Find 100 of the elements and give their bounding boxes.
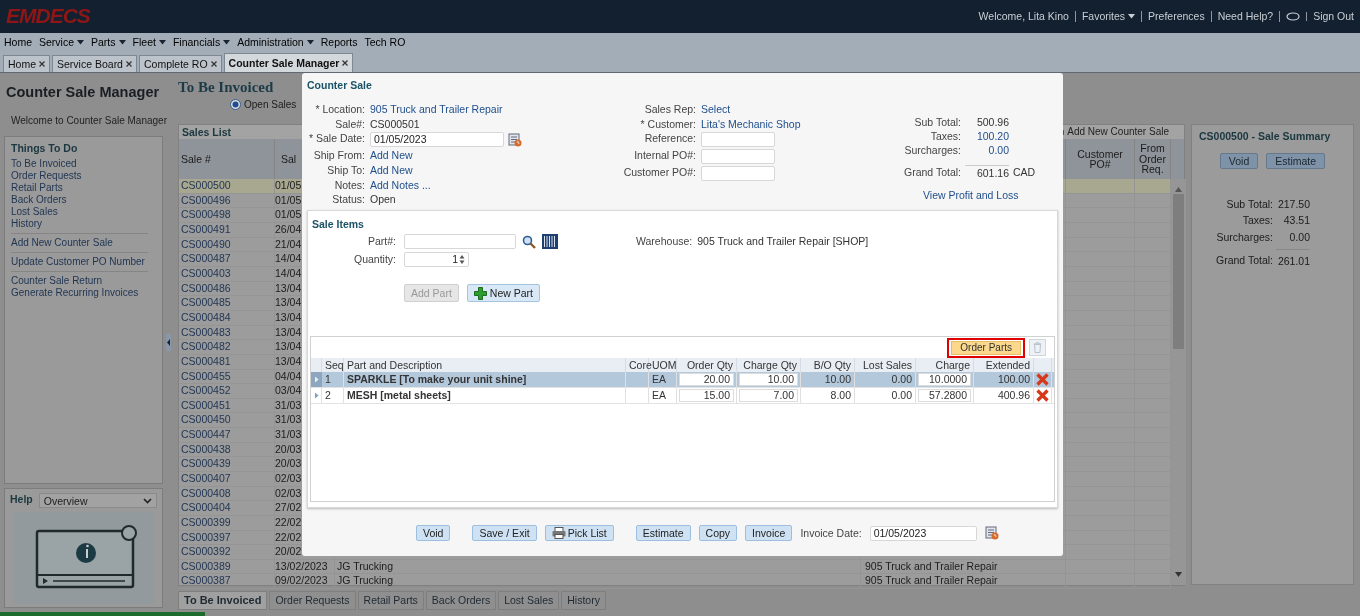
field-link[interactable]: Add New bbox=[370, 162, 605, 178]
todo-link[interactable]: Add New Counter Sale bbox=[11, 237, 148, 250]
todo-link[interactable]: Lost Sales bbox=[11, 206, 148, 219]
field-value: CS000501 bbox=[370, 116, 421, 132]
chat-icon bbox=[1286, 12, 1301, 21]
profit-loss-link[interactable]: View Profit and Loss bbox=[883, 188, 1036, 203]
menu-item[interactable]: Home bbox=[4, 35, 32, 50]
table-row[interactable]: 2 MESH [metal sheets] EA 15.00 7.00 8.00 0.00 57.2800 400.96 bbox=[311, 388, 1054, 405]
todo-link[interactable]: To Be Invoiced bbox=[11, 158, 148, 171]
section-title: Sale Items bbox=[311, 217, 365, 232]
table-cell-text: CS000399 bbox=[180, 515, 231, 528]
dialog-button[interactable]: Pick List bbox=[544, 525, 614, 542]
table-cell: 10.00 bbox=[824, 373, 851, 386]
menu-item[interactable]: Administration bbox=[237, 35, 314, 50]
input-field[interactable]: 15.00 bbox=[679, 389, 734, 403]
field-link[interactable]: Add New bbox=[370, 148, 605, 163]
table-row[interactable]: CS000389 13/02/2023 JG Trucking 905 Truck and Trailer Repair bbox=[179, 559, 1171, 575]
todo-link[interactable]: Order Requests bbox=[11, 170, 148, 183]
menu-item[interactable]: Parts bbox=[91, 35, 126, 50]
menu-item[interactable]: Tech RO bbox=[364, 35, 406, 50]
header-link[interactable]: Sign Out bbox=[1313, 11, 1354, 22]
field-label: Reference: bbox=[643, 131, 696, 147]
table-row[interactable]: CS000387 09/02/2023 JG Trucking 905 Truck and Trailer Repair bbox=[179, 574, 1171, 590]
date-field[interactable]: 01/05/2023 bbox=[370, 132, 504, 148]
todo-link[interactable]: Update Customer PO Number bbox=[11, 256, 148, 269]
input-field[interactable]: 57.2800 bbox=[918, 389, 971, 403]
menu-item[interactable]: Service bbox=[39, 35, 85, 50]
tab[interactable]: Counter Sale Manager bbox=[223, 53, 354, 72]
input-field[interactable] bbox=[701, 149, 775, 165]
table-cell-text: 905 Truck and Trailer Repair bbox=[864, 559, 998, 572]
table-cell: 8.00 bbox=[830, 389, 851, 402]
total-value: 261.01 bbox=[1276, 248, 1310, 268]
tab[interactable]: To Be Invoiced bbox=[178, 591, 268, 610]
todo-link[interactable]: Generate Recurring Invoices bbox=[11, 287, 148, 300]
tab[interactable]: Complete RO bbox=[138, 55, 222, 72]
menu-item[interactable]: Fleet bbox=[132, 35, 166, 50]
delete-row-button[interactable] bbox=[1036, 373, 1049, 387]
input-field[interactable] bbox=[701, 166, 775, 182]
tab[interactable]: History bbox=[561, 591, 606, 610]
column-header: Sale # bbox=[181, 152, 211, 167]
summary-button[interactable]: Void bbox=[1219, 153, 1259, 170]
field-label: Customer PO#: bbox=[622, 165, 696, 181]
order-parts-button[interactable]: Order Parts bbox=[951, 340, 1021, 355]
input-field[interactable]: 10.00 bbox=[739, 373, 798, 387]
menu-item[interactable]: Financials bbox=[172, 35, 231, 50]
input-field[interactable]: 20.00 bbox=[679, 373, 734, 387]
tab[interactable]: Service Board bbox=[52, 55, 137, 72]
table-cell: 13/04 bbox=[275, 340, 302, 353]
table-cell-text: CS000483 bbox=[180, 325, 231, 338]
tab[interactable]: Home bbox=[3, 55, 50, 72]
table-cell: MESH [metal sheets] bbox=[347, 389, 451, 402]
topic-dropdown[interactable]: Overview bbox=[38, 493, 157, 509]
part-input[interactable] bbox=[404, 234, 516, 250]
todo-link[interactable]: Counter Sale Return bbox=[11, 275, 148, 288]
date-field[interactable]: 01/05/2023 bbox=[869, 525, 977, 541]
field-link[interactable]: Select bbox=[701, 102, 875, 117]
delete-row-button[interactable] bbox=[1036, 389, 1049, 403]
input-field[interactable]: 10.0000 bbox=[918, 373, 971, 387]
field-link[interactable]: Add Notes ... bbox=[370, 177, 605, 193]
input-field[interactable]: 7.00 bbox=[739, 389, 798, 403]
table-cell-text: CS000485 bbox=[180, 296, 231, 309]
table-cell: SPARKLE [To make your unit shine] bbox=[347, 373, 527, 386]
table-row[interactable]: 1 SPARKLE [To make your unit shine] EA 20.00 10.00 10.00 0.00 10.0000 100.00 bbox=[311, 372, 1054, 389]
table-cell: 2 bbox=[325, 389, 331, 402]
total-value[interactable]: 100.20 bbox=[965, 129, 1009, 144]
welcome-text: Welcome, Lita Kino bbox=[978, 11, 1069, 22]
table-cell: 27/02 bbox=[275, 501, 302, 514]
dialog-button[interactable]: Copy bbox=[698, 525, 738, 542]
tab[interactable]: Order Requests bbox=[269, 591, 356, 610]
dialog-button[interactable]: Estimate bbox=[635, 525, 691, 542]
radio-button[interactable] bbox=[230, 99, 241, 110]
todo-link[interactable]: History bbox=[11, 218, 148, 231]
table-cell: 13/04 bbox=[275, 296, 302, 309]
todo-link[interactable]: Back Orders bbox=[11, 194, 148, 207]
summary-button[interactable]: Estimate bbox=[1266, 153, 1326, 170]
total-label: Grand Total: bbox=[1215, 252, 1273, 268]
radio-label: Open Sales bbox=[244, 97, 297, 112]
menu-item[interactable]: Reports bbox=[320, 35, 358, 50]
table-cell: 13/04 bbox=[275, 354, 302, 367]
dialog-button[interactable]: Save / Exit bbox=[472, 525, 537, 542]
dialog-button[interactable]: Void bbox=[416, 525, 451, 542]
dialog-button[interactable]: Invoice bbox=[745, 525, 793, 542]
header-link[interactable]: Need Help? bbox=[1217, 11, 1274, 22]
total-value[interactable]: 0.00 bbox=[965, 143, 1009, 158]
field-link[interactable]: 905 Truck and Trailer Repair bbox=[370, 102, 605, 117]
table-cell: 0.00 bbox=[891, 389, 912, 402]
calendar-icon bbox=[508, 132, 522, 147]
new-part-button[interactable]: New Part bbox=[466, 284, 541, 303]
tab[interactable]: Retail Parts bbox=[357, 591, 424, 610]
field-link[interactable]: Lita's Mechanic Shop bbox=[701, 116, 875, 132]
favorites-menu[interactable]: Favorites bbox=[1081, 11, 1136, 22]
table-cell: 02/03 bbox=[275, 486, 302, 499]
todo-link[interactable]: Retail Parts bbox=[11, 182, 148, 195]
quantity-spinner[interactable]: 1 bbox=[404, 252, 469, 268]
input-field[interactable] bbox=[701, 132, 775, 148]
tab[interactable]: Back Orders bbox=[425, 591, 497, 610]
header-link[interactable]: Preferences bbox=[1148, 11, 1205, 22]
chevron-icon bbox=[143, 497, 152, 504]
tab[interactable]: Lost Sales bbox=[498, 591, 560, 610]
table-cell: 22/02 bbox=[275, 515, 302, 528]
